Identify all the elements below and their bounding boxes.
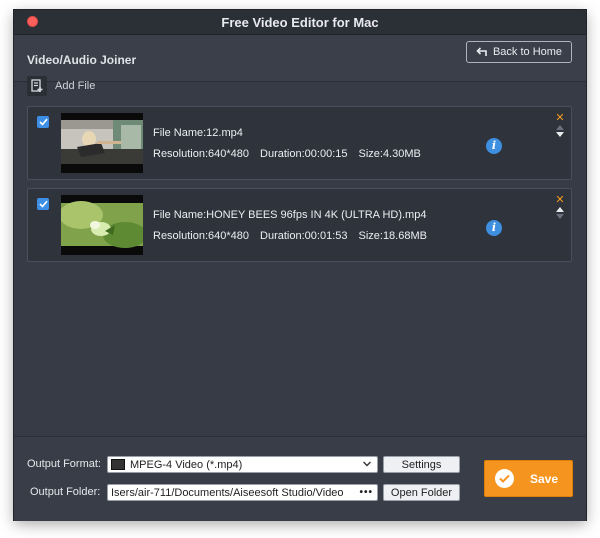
save-label: Save [530,471,559,486]
chevron-down-icon [363,461,371,467]
file-checkbox[interactable] [37,116,49,128]
file-meta: Resolution:640*480 Duration:00:01:53 Siz… [153,230,427,242]
video-format-icon [111,459,125,470]
file-duration: Duration:00:00:15 [260,148,348,160]
file-name: File Name:HONEY BEES 96fps IN 4K (ULTRA … [153,209,427,221]
add-file-icon [27,76,47,96]
video-thumbnail [61,113,143,173]
output-folder-label: Output Folder: [30,486,101,498]
file-size: Size:18.68MB [358,230,427,242]
open-folder-label: Open Folder [390,486,453,499]
file-resolution: Resolution:640*480 [153,230,250,242]
output-format-select[interactable]: MPEG-4 Video (*.mp4) [107,456,378,473]
open-folder-button[interactable]: Open Folder [383,484,460,501]
move-up-icon[interactable] [556,207,564,212]
file-name: File Name:12.mp4 [153,127,243,139]
item-controls: ✕ [554,195,566,219]
move-down-icon[interactable] [556,132,564,137]
title-bar: Free Video Editor for Mac [14,10,586,35]
app-window: Free Video Editor for Mac Video/Audio Jo… [14,10,586,521]
move-down-icon[interactable] [556,214,564,219]
output-panel: Output Format: MPEG-4 Video (*.mp4) Sett… [14,436,586,521]
file-checkbox[interactable] [37,198,49,210]
browse-folder-button[interactable]: ••• [359,487,373,498]
file-list-item: File Name:12.mp4 Resolution:640*480 Dura… [27,106,572,180]
window-title: Free Video Editor for Mac [221,15,379,30]
settings-button[interactable]: Settings [383,456,460,473]
output-folder-field[interactable]: Isers/air-711/Documents/Aiseesoft Studio… [107,484,378,501]
save-button[interactable]: Save [484,460,573,497]
output-format-label: Output Format: [27,458,101,470]
add-file-label: Add File [55,80,96,92]
move-up-icon[interactable] [556,125,564,130]
checkmark-icon [495,469,514,488]
file-meta: Resolution:640*480 Duration:00:00:15 Siz… [153,148,421,160]
back-to-home-button[interactable]: Back to Home [466,41,572,63]
settings-label: Settings [401,458,442,471]
section-title: Video/Audio Joiner [27,53,137,67]
back-to-home-label: Back to Home [492,46,563,58]
output-folder-value: Isers/air-711/Documents/Aiseesoft Studio… [111,486,344,499]
remove-file-icon[interactable]: ✕ [554,113,566,124]
add-file-button[interactable]: Add File [27,76,95,96]
info-icon[interactable]: i [486,138,502,154]
output-format-value: MPEG-4 Video (*.mp4) [130,458,243,471]
file-size: Size:4.30MB [358,148,421,160]
joiner-header: Video/Audio Joiner Back to Home [14,35,586,82]
item-controls: ✕ [554,113,566,137]
video-thumbnail [61,195,143,255]
info-icon[interactable]: i [486,220,502,236]
file-duration: Duration:00:01:53 [260,230,348,242]
file-resolution: Resolution:640*480 [153,148,250,160]
file-list-item: File Name:HONEY BEES 96fps IN 4K (ULTRA … [27,188,572,262]
back-arrow-icon [476,47,487,56]
remove-file-icon[interactable]: ✕ [554,195,566,206]
